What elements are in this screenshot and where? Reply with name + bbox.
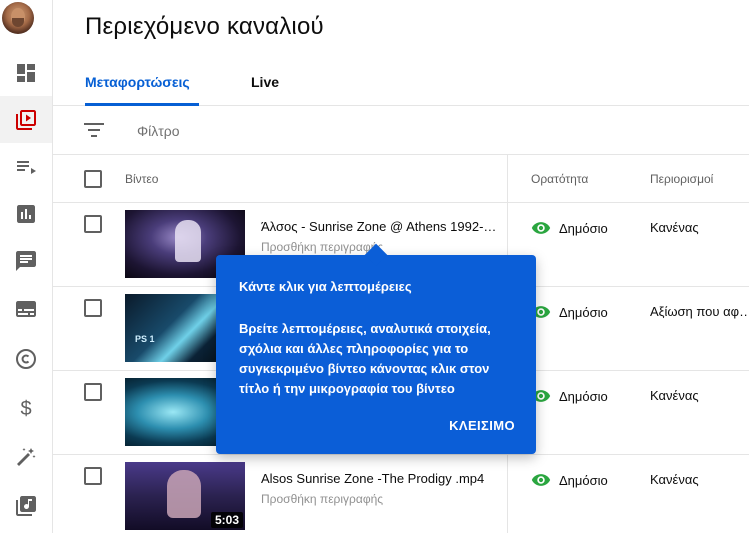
copyright-icon[interactable] — [0, 335, 52, 382]
visibility-status[interactable]: Δημόσιο — [531, 302, 608, 322]
audio-library-icon[interactable] — [0, 482, 52, 529]
column-header-video: Βίντεο — [125, 172, 159, 186]
visibility-label: Δημόσιο — [559, 388, 608, 404]
video-title[interactable]: Άλσος - Sunrise Zone @ Athens 1992-… — [261, 219, 496, 234]
content-icon[interactable] — [0, 96, 52, 143]
page-title: Περιεχόμενο καναλιού — [85, 13, 324, 40]
column-header-restrictions[interactable]: Περιορισμοί — [650, 172, 713, 186]
analytics-icon[interactable] — [0, 190, 52, 237]
video-description[interactable]: Προσθήκη περιγραφής — [261, 492, 383, 506]
video-duration: 5:03 — [210, 512, 243, 528]
select-all-checkbox[interactable] — [84, 170, 102, 188]
svg-text:$: $ — [20, 398, 31, 420]
video-description[interactable]: Προσθήκη περιγραφής — [261, 240, 383, 254]
restrictions-value[interactable]: Αξίωση που αφ… — [650, 304, 749, 319]
visibility-status[interactable]: Δημόσιο — [531, 218, 608, 238]
visibility-label: Δημόσιο — [559, 472, 608, 488]
visibility-label: Δημόσιο — [559, 220, 608, 236]
monetization-icon[interactable]: $ — [0, 384, 52, 431]
subtitles-icon[interactable] — [0, 285, 52, 332]
table-header: Βίντεο Ορατότητα Περιορισμοί — [53, 155, 749, 203]
row-checkbox[interactable] — [84, 215, 102, 233]
restrictions-value[interactable]: Κανένας — [650, 388, 699, 403]
row-checkbox[interactable] — [84, 383, 102, 401]
row-checkbox[interactable] — [84, 467, 102, 485]
tab-bar: Μεταφορτώσεις Live — [53, 60, 749, 106]
tab-uploads[interactable]: Μεταφορτώσεις — [85, 74, 190, 90]
customization-icon[interactable] — [0, 433, 52, 480]
tab-live[interactable]: Live — [251, 74, 279, 90]
sidebar: $ — [0, 0, 53, 533]
tooltip-title: Κάντε κλικ για λεπτομέρειες — [239, 279, 412, 294]
thumbnail-text: PS 1 — [135, 334, 155, 344]
filter-bar: Φίλτρο — [53, 106, 749, 155]
filter-icon[interactable] — [83, 120, 105, 140]
visibility-status[interactable]: Δημόσιο — [531, 470, 608, 490]
details-tooltip: Κάντε κλικ για λεπτομέρειες Βρείτε λεπτο… — [216, 243, 536, 454]
filter-input[interactable]: Φίλτρο — [137, 123, 180, 139]
comments-icon[interactable] — [0, 237, 52, 284]
row-checkbox[interactable] — [84, 299, 102, 317]
eye-icon — [531, 222, 551, 234]
playlists-icon[interactable] — [0, 143, 52, 190]
restrictions-value[interactable]: Κανένας — [650, 220, 699, 235]
video-title[interactable]: Alsos Sunrise Zone -The Prodigy .mp4 — [261, 471, 484, 486]
table-row[interactable]: 5:03 Alsos Sunrise Zone -The Prodigy .mp… — [53, 455, 749, 533]
tooltip-body: Βρείτε λεπτομέρειες, αναλυτικά στοιχεία,… — [239, 321, 491, 396]
visibility-status[interactable]: Δημόσιο — [531, 386, 608, 406]
eye-icon — [531, 474, 551, 486]
column-header-visibility[interactable]: Ορατότητα — [531, 172, 588, 186]
dashboard-icon[interactable] — [0, 49, 52, 96]
tooltip-close-button[interactable]: ΚΛΕΙΣΙΜΟ — [449, 418, 515, 433]
restrictions-value[interactable]: Κανένας — [650, 472, 699, 487]
video-thumbnail[interactable]: 5:03 — [125, 462, 245, 530]
avatar[interactable] — [2, 2, 34, 34]
visibility-label: Δημόσιο — [559, 304, 608, 320]
